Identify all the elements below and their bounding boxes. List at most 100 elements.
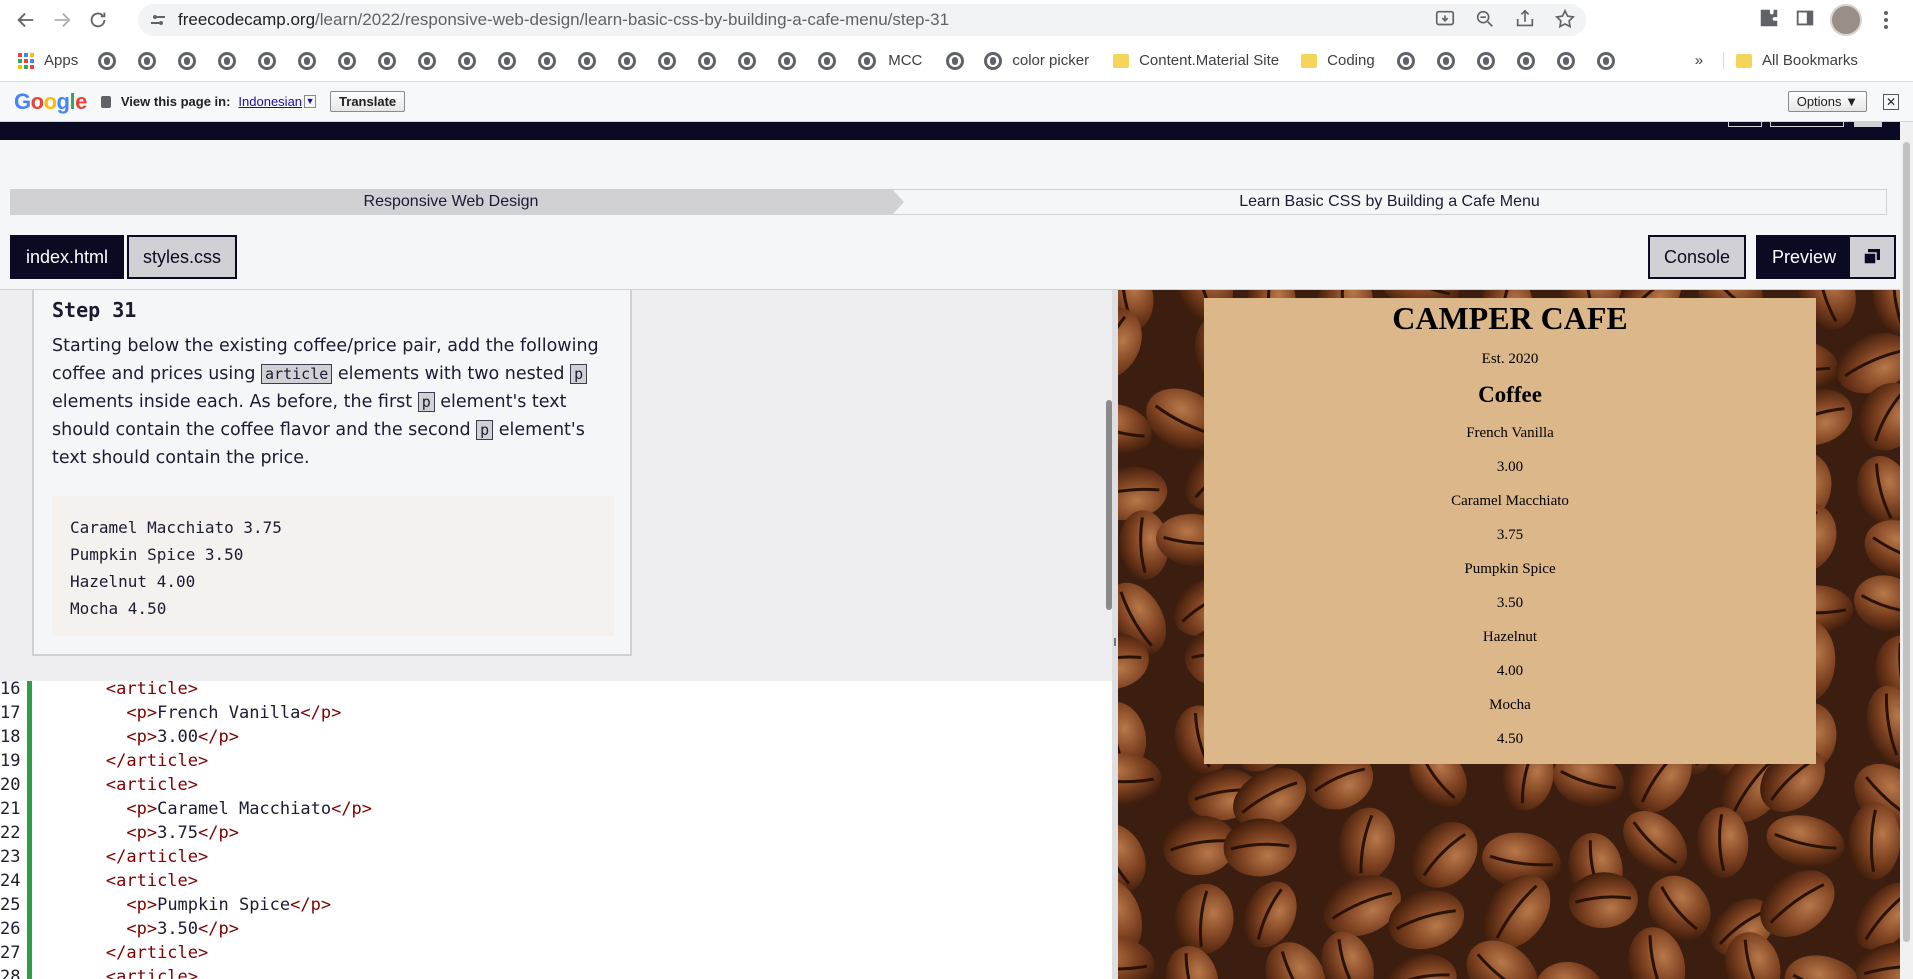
share-icon[interactable]	[1514, 8, 1536, 30]
globe-icon[interactable]	[1396, 51, 1415, 70]
tab-styles-css[interactable]: styles.css	[127, 235, 238, 279]
globe-icon[interactable]	[418, 51, 437, 70]
inline-code-p: p	[570, 364, 588, 384]
globe-icon[interactable]	[618, 51, 637, 70]
globe-icon[interactable]	[1596, 51, 1615, 70]
bookmark-coding[interactable]: Coding	[1301, 52, 1375, 69]
forward-button[interactable]	[44, 2, 80, 38]
browser-menu-icon[interactable]	[1884, 11, 1890, 29]
bookmark-globe-2[interactable]	[946, 51, 965, 70]
code-line[interactable]: 16 <article>	[0, 681, 198, 701]
preview-button[interactable]: Preview	[1756, 235, 1897, 279]
code-line[interactable]: 22 <p>3.75</p>	[0, 821, 239, 845]
translate-options-button[interactable]: Options ▼	[1787, 91, 1867, 112]
code-line[interactable]: 25 <p>Pumpkin Spice</p>	[0, 893, 331, 917]
globe-icon[interactable]	[498, 51, 517, 70]
bookmark-star-icon[interactable]	[1554, 8, 1576, 30]
bookmark-apps[interactable]: Apps	[18, 52, 78, 69]
bookmark-content-material[interactable]: Content.Material Site	[1113, 52, 1279, 69]
tab-index-html[interactable]: index.html	[10, 235, 125, 279]
globe-icon[interactable]	[818, 51, 837, 70]
code-line[interactable]: 20 <article>	[0, 773, 198, 797]
globe-icon[interactable]	[258, 51, 277, 70]
bookmark-all[interactable]: All Bookmarks	[1723, 52, 1858, 69]
globe-icon[interactable]	[338, 51, 357, 70]
code-line[interactable]: 26 <p>3.50</p>	[0, 917, 239, 941]
globe-icon[interactable]	[538, 51, 557, 70]
code-close-tag: </p>	[331, 799, 373, 819]
breadcrumb-block[interactable]: Learn Basic CSS by Building a Cafe Menu	[892, 189, 1887, 215]
page-scrollbar-thumb[interactable]	[1903, 142, 1910, 942]
code-line[interactable]: 24 <article>	[0, 869, 198, 893]
code-line[interactable]: 17 <p>French Vanilla</p>	[0, 701, 341, 725]
globe-icon[interactable]	[1556, 51, 1575, 70]
console-button[interactable]: Console	[1648, 235, 1747, 279]
globe-icon[interactable]	[138, 51, 157, 70]
globe-icon[interactable]	[1436, 51, 1455, 70]
globe-icon[interactable]	[458, 51, 477, 70]
zoom-icon[interactable]	[1474, 8, 1496, 30]
code-open-tag: <article>	[105, 871, 199, 891]
line-number: 23	[0, 847, 21, 867]
bookmarks-overflow[interactable]: »	[1695, 52, 1703, 69]
globe-icon[interactable]	[1516, 51, 1535, 70]
bookmarks-overflow-label: »	[1694, 52, 1704, 69]
line-number: 22	[0, 823, 21, 843]
popout-preview-icon[interactable]	[1850, 237, 1895, 277]
globe-icon[interactable]	[698, 51, 717, 70]
globe-icon[interactable]	[298, 51, 317, 70]
language-select[interactable]: Indonesian	[238, 94, 302, 109]
globe-icon[interactable]	[858, 51, 877, 70]
code-line[interactable]: 27 </article>	[0, 941, 208, 965]
site-info-icon[interactable]	[150, 12, 166, 28]
globe-icon[interactable]	[658, 51, 677, 70]
bookmark-all-label: All Bookmarks	[1762, 52, 1858, 69]
code-line[interactable]: 28 <article>	[0, 965, 198, 979]
globe-icon[interactable]	[778, 51, 797, 70]
nav-button-3[interactable]	[1854, 122, 1882, 127]
menu-item-price: 3.50	[1496, 595, 1524, 611]
breadcrumb-superblock[interactable]: Responsive Web Design	[10, 189, 904, 215]
profile-avatar[interactable]	[1830, 4, 1862, 36]
code-editor[interactable]: 16 <article> 17 <p>French Vanilla</p> 18 <…	[0, 681, 1112, 979]
close-icon[interactable]: ✕	[1883, 94, 1899, 110]
reload-button[interactable]	[80, 2, 116, 38]
line-number: 25	[0, 895, 21, 915]
translate-button[interactable]: Translate	[330, 91, 406, 112]
step-title: Step 31	[52, 298, 137, 322]
browser-toolbar: freecodecamp.org/learn/2022/responsive-w…	[0, 0, 1913, 40]
code-line[interactable]: 19 </article>	[0, 749, 208, 773]
code-open-tag: <article>	[105, 681, 199, 699]
globe-icon[interactable]	[738, 51, 757, 70]
page-scrollbar[interactable]	[1900, 122, 1913, 979]
side-panel-icon[interactable]	[1794, 7, 1816, 34]
code-line[interactable]: 23 </article>	[0, 845, 208, 869]
bookmark-color-picker[interactable]: color picker	[984, 51, 1089, 70]
globe-icon[interactable]	[178, 51, 197, 70]
install-app-icon[interactable]	[1434, 8, 1456, 30]
bookmark-mcc[interactable]: MCC	[888, 52, 922, 69]
globe-icon[interactable]	[98, 51, 117, 70]
globe-icon[interactable]	[578, 51, 597, 70]
code-line[interactable]: 18 <p>3.00</p>	[0, 725, 239, 749]
extensions-icon[interactable]	[1758, 7, 1780, 34]
globe-icon[interactable]	[218, 51, 237, 70]
preview-button-label: Preview	[1772, 246, 1837, 267]
dropdown-arrow-icon[interactable]: ▼	[304, 95, 317, 108]
url-text: freecodecamp.org/learn/2022/responsive-w…	[178, 10, 949, 30]
address-bar[interactable]: freecodecamp.org/learn/2022/responsive-w…	[138, 4, 1586, 36]
globe-icon[interactable]	[1476, 51, 1495, 70]
code-open-tag: <p>	[126, 703, 158, 723]
back-button[interactable]	[8, 2, 44, 38]
code-line[interactable]: 21 <p>Caramel Macchiato</p>	[0, 797, 372, 821]
inline-code-p: p	[417, 392, 435, 412]
line-number: 18	[0, 727, 21, 747]
nav-button-2[interactable]	[1770, 122, 1844, 127]
nav-button-1[interactable]	[1728, 122, 1762, 127]
globe-icon[interactable]	[378, 51, 397, 70]
